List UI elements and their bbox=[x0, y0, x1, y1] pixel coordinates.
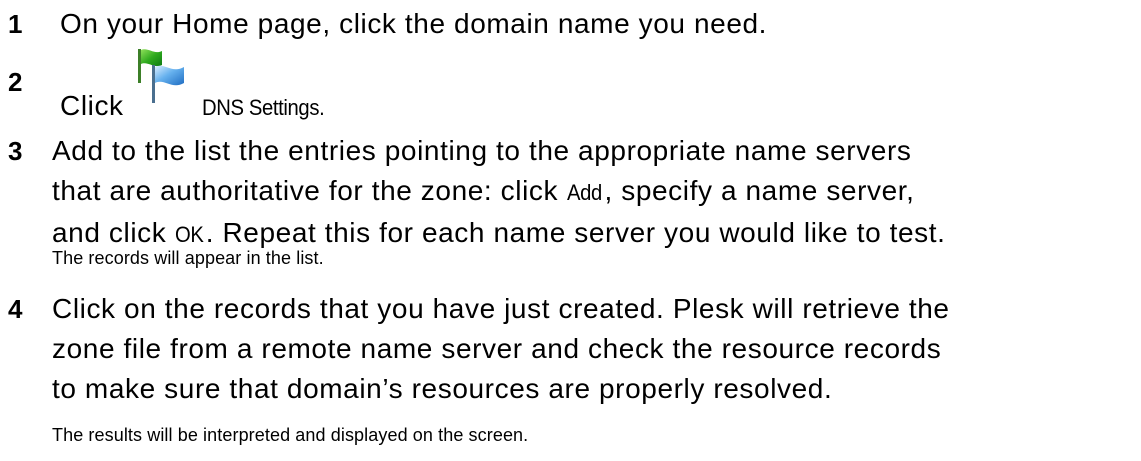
step-3: 3 Add to the list the entries pointing t… bbox=[0, 134, 946, 252]
step-text: On your Home page, click the domain name… bbox=[60, 8, 768, 39]
step-number: 4 bbox=[8, 294, 24, 324]
step-text: Click bbox=[60, 90, 124, 121]
step-text-line-3: and click bbox=[52, 217, 175, 248]
step-number: 1 bbox=[8, 9, 24, 39]
step-text-line-1: Add to the list the entries pointing to … bbox=[52, 135, 912, 166]
step-number: 2 bbox=[8, 67, 24, 97]
step-2: 2 Click DNS Settings. bbox=[0, 48, 335, 125]
step-number: 3 bbox=[8, 136, 24, 166]
step-text-line-2: zone file from a remote name server and … bbox=[52, 333, 942, 364]
step-text-line-2: that are authoritative for the zone: cli… bbox=[52, 175, 567, 206]
add-button-label[interactable]: Add bbox=[567, 176, 602, 210]
step-text-line-3: to make sure that domain’s resources are… bbox=[52, 373, 833, 404]
dns-settings-flag-icon bbox=[134, 49, 190, 111]
step-4-note: The results will be interpreted and disp… bbox=[52, 425, 529, 445]
step-text-line-1: Click on the records that you have just … bbox=[52, 293, 950, 324]
step-1: 1 On your Home page, click the domain na… bbox=[0, 7, 767, 41]
dns-settings-label[interactable]: DNS Settings. bbox=[202, 91, 325, 125]
step-text-line-3b: . Repeat this for each name server you w… bbox=[205, 217, 946, 248]
step-text-line-2b: , specify a name server, bbox=[604, 175, 915, 206]
step-3-note: The records will appear in the list. bbox=[52, 248, 324, 268]
step-4: 4 Click on the records that you have jus… bbox=[0, 292, 950, 406]
